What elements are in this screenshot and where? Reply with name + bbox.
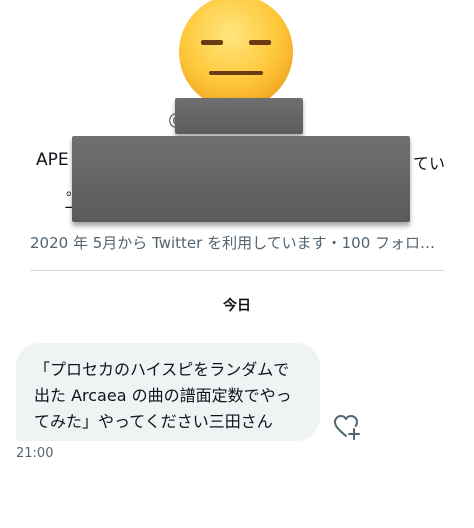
- message-bubble[interactable]: 「プロセカのハイスピをランダムで 出た Arcaea の曲の譜面定数でやっ てみ…: [16, 343, 320, 441]
- bio-start-text: APE: [36, 150, 69, 170]
- expressionless-face-emoji-icon: [179, 0, 293, 100]
- dm-conversation-page: @ APE てい 。 ー 2020 年 5月から Twitter を利用していま…: [0, 0, 474, 528]
- divider: [30, 270, 444, 271]
- bio-end-text: てい: [413, 154, 446, 173]
- redaction-block-bio: [72, 136, 410, 222]
- date-separator: 今日: [223, 298, 251, 314]
- profile-joined-info[interactable]: 2020 年 5月から Twitter を利用しています・100 フォロ…: [30, 232, 450, 253]
- redaction-block-handle: [175, 98, 303, 134]
- message-line: てみた」やってください三田さん: [34, 412, 273, 431]
- message-timestamp: 21:00: [16, 446, 54, 461]
- message-line: 「プロセカのハイスピをランダムで: [34, 360, 290, 379]
- heart-plus-icon[interactable]: [333, 413, 361, 441]
- message-line: 出た Arcaea の曲の譜面定数でやっ: [34, 386, 292, 405]
